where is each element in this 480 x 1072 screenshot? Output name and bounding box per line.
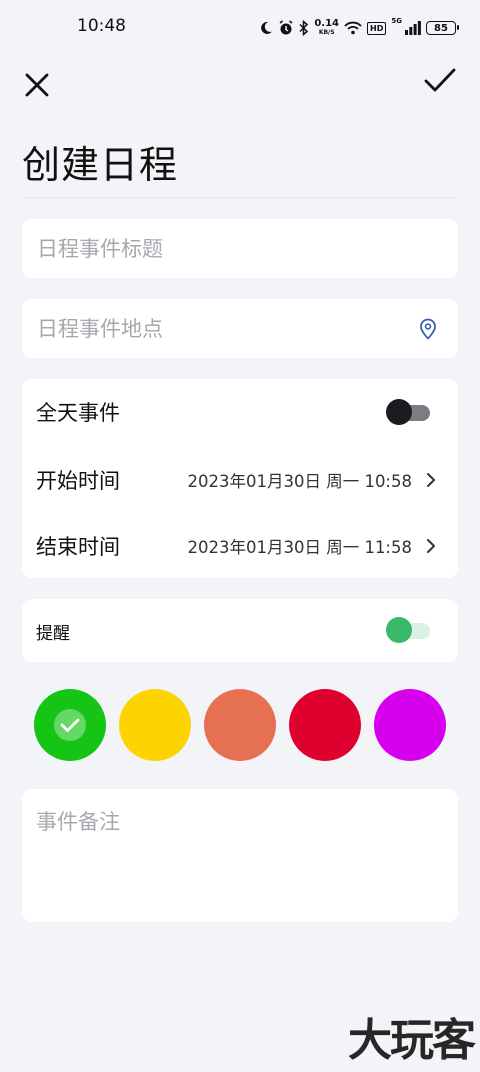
color-swatch-green[interactable] — [34, 689, 106, 761]
hd-badge: HD — [367, 21, 387, 35]
close-button[interactable] — [22, 70, 52, 100]
color-swatches — [34, 689, 446, 761]
battery-icon: 85 — [426, 21, 459, 35]
reminder-toggle[interactable] — [386, 617, 430, 643]
event-notes-input[interactable] — [22, 789, 458, 922]
start-time-value: 2023年01月30日 周一 10:58 — [187, 472, 412, 491]
check-icon — [424, 68, 456, 92]
net-speed-value: 0.14 — [314, 18, 340, 29]
status-bar: 10:48 0.14 KB/S HD 5G 85 — [0, 0, 480, 56]
end-time-row[interactable]: 结束时间 2023年01月30日 周一 11:58 — [22, 513, 458, 579]
location-pin-icon[interactable] — [418, 318, 438, 340]
notes-card — [22, 789, 458, 922]
color-swatch-orange[interactable] — [204, 689, 276, 761]
wifi-icon — [344, 21, 362, 35]
check-icon — [60, 718, 80, 732]
reminder-label: 提醒 — [36, 624, 70, 644]
title-divider — [22, 197, 458, 198]
reminder-toggle-knob — [386, 617, 412, 643]
event-title-card — [22, 219, 458, 278]
all-day-row: 全天事件 — [22, 379, 458, 445]
net-speed-unit: KB/S — [318, 29, 335, 36]
start-time-row[interactable]: 开始时间 2023年01月30日 周一 10:58 — [22, 447, 458, 513]
all-day-toggle[interactable] — [386, 399, 430, 425]
signal-label: 5G — [391, 17, 402, 25]
chevron-right-icon — [427, 473, 435, 487]
signal-icon — [405, 21, 421, 35]
all-day-label: 全天事件 — [36, 401, 120, 425]
time-settings-card: 全天事件 开始时间 2023年01月30日 周一 10:58 结束时间 2023… — [22, 379, 458, 578]
status-icons: 0.14 KB/S HD 5G 85 — [259, 16, 459, 40]
alarm-icon — [278, 20, 294, 36]
bluetooth-icon — [299, 20, 309, 36]
all-day-toggle-knob — [386, 399, 412, 425]
event-location-input[interactable] — [22, 299, 458, 358]
color-swatch-purple[interactable] — [374, 689, 446, 761]
moon-icon — [259, 21, 273, 35]
net-speed: 0.14 KB/S — [314, 19, 339, 37]
page-title: 创建日程 — [22, 143, 179, 187]
event-location-card — [22, 299, 458, 358]
end-time-label: 结束时间 — [36, 535, 120, 559]
battery-level: 85 — [434, 22, 448, 34]
chevron-right-icon — [427, 539, 435, 553]
color-swatch-yellow[interactable] — [119, 689, 191, 761]
watermark-logo: 大玩客 — [348, 1015, 476, 1066]
close-icon — [25, 73, 49, 97]
event-title-input[interactable] — [22, 219, 458, 278]
end-time-value: 2023年01月30日 周一 11:58 — [187, 538, 412, 557]
confirm-button[interactable] — [422, 64, 458, 98]
selected-check — [54, 709, 86, 741]
status-time: 10:48 — [77, 16, 126, 36]
start-time-label: 开始时间 — [36, 469, 120, 493]
color-swatch-red[interactable] — [289, 689, 361, 761]
reminder-card: 提醒 — [22, 599, 458, 662]
